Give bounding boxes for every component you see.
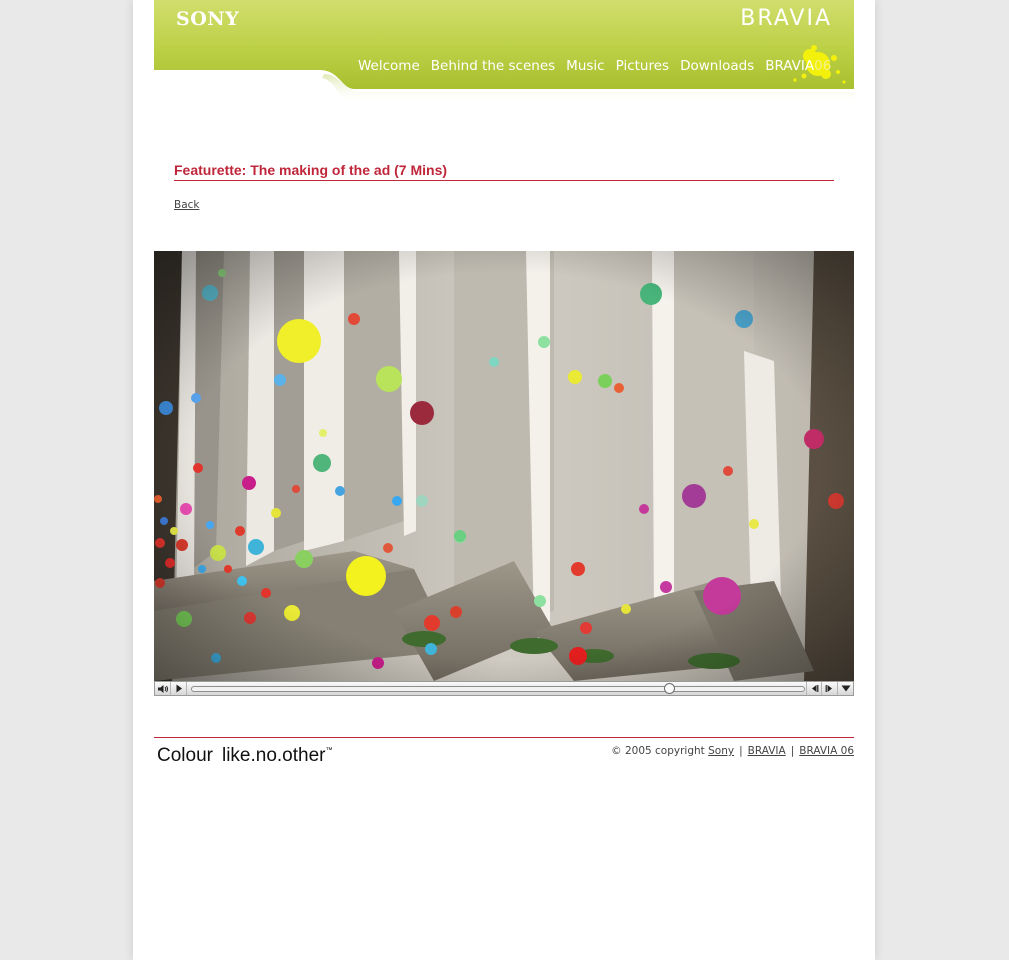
tagline: Colour like.no.other™ bbox=[157, 745, 333, 767]
back-link[interactable]: Back bbox=[174, 199, 200, 211]
trademark-mark: ™ bbox=[325, 747, 333, 754]
page: SONY BRAVIA Welcome Behind the scenes Mu… bbox=[133, 0, 875, 960]
volume-button[interactable] bbox=[155, 682, 171, 695]
video-still bbox=[154, 251, 854, 681]
footer-link-bravia-06[interactable]: BRAVIA 06 bbox=[799, 745, 854, 757]
footer-separator: | bbox=[790, 745, 795, 757]
step-back-icon bbox=[811, 685, 818, 692]
nav-bravia-06[interactable]: BRAVIA06 bbox=[765, 58, 831, 78]
step-back-button[interactable] bbox=[806, 682, 822, 695]
nav-bravia-label: BRAVIA bbox=[765, 58, 815, 74]
copyright-text: © 2005 copyright bbox=[611, 745, 705, 757]
sony-logo[interactable]: SONY bbox=[176, 8, 239, 30]
play-button[interactable] bbox=[171, 682, 187, 695]
menu-arrow-icon bbox=[841, 685, 851, 692]
site-header: SONY BRAVIA Welcome Behind the scenes Mu… bbox=[154, 0, 854, 104]
nav-behind-the-scenes[interactable]: Behind the scenes bbox=[431, 58, 555, 78]
footer-divider bbox=[154, 737, 854, 738]
tagline-word: Colour bbox=[157, 745, 213, 766]
nav-music[interactable]: Music bbox=[566, 58, 604, 78]
bravia-logo[interactable]: BRAVIA bbox=[740, 6, 832, 31]
menu-arrow-button[interactable] bbox=[838, 682, 854, 695]
video-frame[interactable] bbox=[154, 251, 854, 681]
step-forward-icon bbox=[825, 685, 832, 692]
tagline-slogan: like.no.other bbox=[221, 745, 326, 766]
nav-welcome[interactable]: Welcome bbox=[358, 58, 420, 78]
volume-icon bbox=[157, 684, 168, 693]
step-forward-button[interactable] bbox=[822, 682, 838, 695]
nav-bravia-suffix: 06 bbox=[814, 58, 832, 74]
footer-link-bravia[interactable]: BRAVIA bbox=[748, 745, 786, 757]
copyright: © 2005 copyright Sony | BRAVIA | BRAVIA 06 bbox=[611, 745, 854, 757]
page-title: Featurette: The making of the ad (7 Mins… bbox=[174, 162, 834, 181]
play-icon bbox=[176, 684, 182, 693]
footer-separator: | bbox=[739, 745, 743, 757]
main-nav: Welcome Behind the scenes Music Pictures… bbox=[358, 58, 831, 78]
nav-downloads[interactable]: Downloads bbox=[680, 58, 754, 78]
footer-link-sony[interactable]: Sony bbox=[708, 745, 734, 757]
nav-pictures[interactable]: Pictures bbox=[616, 58, 669, 78]
progress-track[interactable] bbox=[191, 683, 805, 694]
progress-thumb[interactable] bbox=[664, 683, 676, 694]
player-controls bbox=[154, 681, 854, 696]
